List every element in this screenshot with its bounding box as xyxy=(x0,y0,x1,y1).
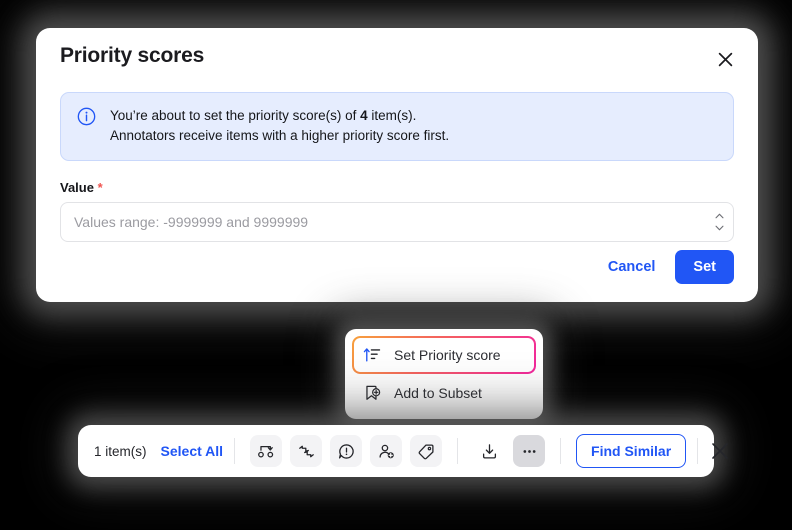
menu-item-set-priority-score[interactable]: Set Priority score xyxy=(352,336,536,374)
info-line1-prefix: You’re about to set the priority score(s… xyxy=(110,108,361,123)
menu-item-add-to-subset[interactable]: Add to Subset xyxy=(352,374,536,412)
more-options-icon[interactable] xyxy=(513,435,546,467)
info-banner-line-1: You’re about to set the priority score(s… xyxy=(110,106,449,126)
add-to-subset-icon xyxy=(362,384,382,402)
set-button[interactable]: Set xyxy=(675,250,734,284)
close-icon[interactable] xyxy=(711,436,729,466)
compare-items-icon[interactable] xyxy=(290,435,323,467)
selection-toolbar: 1 item(s) Select All Find Similar xyxy=(78,425,728,477)
divider xyxy=(234,438,236,464)
dialog-actions: Cancel Set xyxy=(602,250,734,284)
info-line1-count: 4 xyxy=(360,108,368,123)
context-menu: Set Priority score Add to Subset xyxy=(345,329,543,419)
screen: Priority scores You’re about to set the … xyxy=(0,0,792,530)
divider xyxy=(697,438,699,464)
assign-user-icon[interactable] xyxy=(370,435,403,467)
value-field-label: Value * xyxy=(60,180,734,195)
info-circle-icon xyxy=(77,107,96,131)
select-all-button[interactable]: Select All xyxy=(161,443,224,459)
required-marker: * xyxy=(97,180,103,195)
find-similar-button[interactable]: Find Similar xyxy=(576,434,687,468)
info-banner-line-2: Annotators receive items with a higher p… xyxy=(110,128,450,143)
value-input-wrapper[interactable] xyxy=(60,202,734,242)
download-icon[interactable] xyxy=(473,435,505,467)
divider xyxy=(457,438,459,464)
sort-ascending-icon xyxy=(362,346,382,364)
tag-icon[interactable] xyxy=(410,435,443,467)
value-input[interactable] xyxy=(74,214,699,230)
close-icon[interactable] xyxy=(712,46,738,72)
selection-count-label: 1 item(s) xyxy=(94,443,147,459)
chevron-down-icon[interactable] xyxy=(715,225,724,231)
number-stepper[interactable] xyxy=(715,213,724,231)
value-field-group: Value * xyxy=(60,180,734,242)
chevron-up-icon[interactable] xyxy=(715,213,724,219)
dialog-header: Priority scores xyxy=(36,28,758,84)
priority-scores-dialog: Priority scores You’re about to set the … xyxy=(36,28,758,302)
merge-items-icon[interactable] xyxy=(250,435,283,467)
menu-item-label: Set Priority score xyxy=(394,347,501,363)
info-banner: You’re about to set the priority score(s… xyxy=(60,92,734,161)
cancel-button[interactable]: Cancel xyxy=(602,251,662,283)
info-banner-text: You’re about to set the priority score(s… xyxy=(110,106,449,146)
page-title: Priority scores xyxy=(60,44,205,67)
value-label-text: Value xyxy=(60,180,94,195)
info-line1-suffix: item(s). xyxy=(367,108,417,123)
report-issue-icon[interactable] xyxy=(330,435,363,467)
menu-item-label: Add to Subset xyxy=(394,385,482,401)
divider xyxy=(560,438,562,464)
